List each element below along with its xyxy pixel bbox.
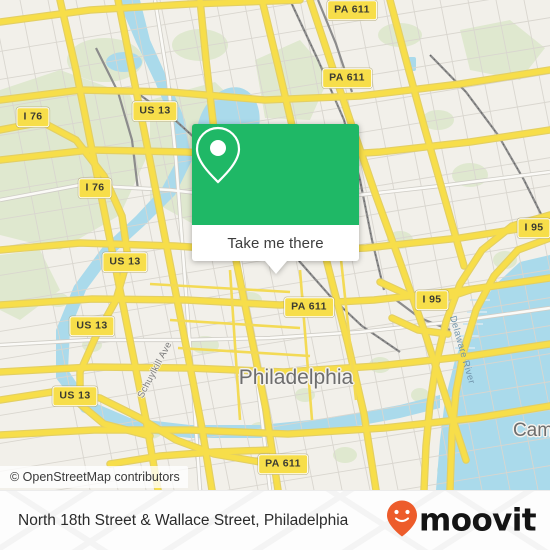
place-label: Cam bbox=[512, 420, 550, 441]
take-me-there-label: Take me there bbox=[227, 234, 324, 252]
moovit-brand[interactable]: moovit bbox=[387, 500, 537, 542]
popup-pointer-tail bbox=[264, 261, 287, 274]
popup-header bbox=[192, 124, 359, 225]
location-title: North 18th Street & Wallace Street, Phil… bbox=[18, 512, 349, 529]
footer-bar: North 18th Street & Wallace Street, Phil… bbox=[0, 490, 550, 550]
map-canvas[interactable]: PA 611 PA 611 I 76 US 13 I 76 I 95 US 13 PA 611… bbox=[0, 0, 550, 490]
moovit-map-card: PA 611 PA 611 I 76 US 13 I 76 I 95 US 13 PA 611… bbox=[0, 0, 550, 550]
highway-shield: PA 611 bbox=[284, 297, 334, 317]
highway-shield: PA 611 bbox=[258, 454, 308, 474]
highway-shield: PA 611 bbox=[327, 0, 377, 20]
highway-shield: US 13 bbox=[52, 386, 98, 406]
highway-shield: I 95 bbox=[517, 218, 550, 238]
map-attribution[interactable]: © OpenStreetMap contributors bbox=[0, 466, 188, 488]
moovit-pin-smiley-icon bbox=[387, 500, 418, 542]
highway-shield: US 13 bbox=[69, 316, 115, 336]
place-label: Philadelphia bbox=[238, 366, 354, 389]
highway-shield: I 76 bbox=[16, 107, 50, 127]
location-popup[interactable]: Take me there bbox=[192, 124, 359, 274]
popup-footer[interactable]: Take me there bbox=[192, 225, 359, 261]
highway-shield: I 76 bbox=[78, 178, 112, 198]
highway-shield: I 95 bbox=[415, 290, 449, 310]
highway-shield: US 13 bbox=[102, 252, 148, 272]
highway-shield: PA 611 bbox=[322, 68, 372, 88]
moovit-wordmark: moovit bbox=[419, 502, 537, 539]
highway-shield: US 13 bbox=[132, 101, 178, 121]
